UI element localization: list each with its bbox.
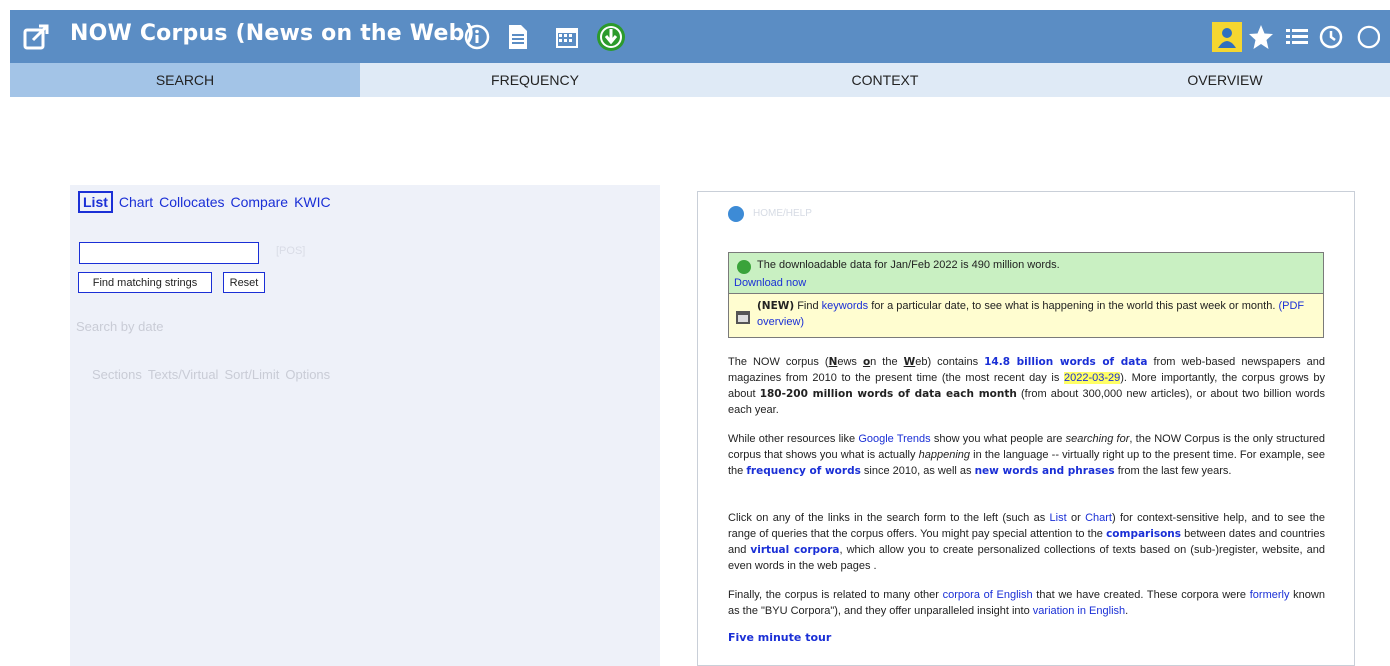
p2-i2: happening [918, 449, 971, 461]
tab-overview[interactable]: OVERVIEW [1060, 63, 1390, 97]
formerly-link[interactable]: formerly [1250, 589, 1290, 601]
list-help-link[interactable]: List [1050, 512, 1067, 524]
keywords-notice: (NEW) Find keywords for a particular dat… [728, 294, 1324, 338]
resources-paragraph: While other resources like Google Trends… [728, 431, 1325, 479]
tab-search[interactable]: SEARCH [10, 63, 360, 97]
search-panel: List Chart Collocates Compare KWIC [POS]… [70, 185, 660, 666]
calendar-small-icon [736, 309, 750, 324]
corpora-of-english-link[interactable]: corpora of English [943, 589, 1033, 601]
list-icon[interactable] [1282, 22, 1312, 52]
download-now-link[interactable]: Download now [734, 277, 806, 289]
p3-or: or [1066, 512, 1086, 524]
search-input[interactable] [79, 242, 259, 264]
mode-compare[interactable]: Compare [231, 194, 289, 210]
calendar-icon[interactable] [552, 22, 582, 52]
chart-help-link[interactable]: Chart [1085, 512, 1112, 524]
frequency-of-words-link[interactable]: frequency of words [746, 465, 860, 477]
mode-list[interactable]: List [78, 191, 113, 213]
growth-text: 180-200 million words of data each month [759, 388, 1017, 400]
p1-w: W [903, 356, 916, 368]
tab-frequency[interactable]: FREQUENCY [360, 63, 710, 97]
download-notice: The downloadable data for Jan/Feb 2022 i… [728, 252, 1324, 294]
words-of-data-link[interactable]: 14.8 billion words of data [984, 356, 1147, 368]
p2-a: While other resources like [728, 433, 859, 445]
option-options[interactable]: Options [285, 367, 330, 382]
p1-n2: n the [870, 356, 904, 368]
new-words-link[interactable]: new words and phrases [975, 465, 1115, 477]
p1-ews: ews [837, 356, 863, 368]
help-icon[interactable] [1356, 22, 1380, 52]
notice-text-find: Find [797, 300, 819, 312]
tab-context[interactable]: CONTEXT [710, 63, 1060, 97]
notice-text-rest: for a particular date, to see what is ha… [871, 300, 1276, 312]
virtual-corpora-link[interactable]: virtual corpora [750, 544, 839, 556]
option-sections[interactable]: Sections [92, 367, 142, 382]
intro-paragraph: The NOW corpus (News on the Web) contain… [728, 354, 1325, 418]
help-paragraph: Click on any of the links in the search … [728, 510, 1325, 574]
search-by-date[interactable]: Search by date [76, 319, 163, 334]
recent-date: 2022-03-29 [1063, 372, 1121, 384]
p3-a: Click on any of the links in the search … [728, 512, 1050, 524]
download-icon[interactable] [596, 22, 626, 52]
download-small-icon [737, 260, 751, 274]
p2-b: show you what people are [930, 433, 1066, 445]
p2-i1: searching for [1065, 433, 1130, 445]
app-title: NOW Corpus (News on the Web) [70, 21, 475, 46]
home-help-label[interactable]: HOME/HELP [753, 208, 812, 219]
external-link-icon[interactable] [23, 24, 51, 50]
option-texts-virtual[interactable]: Texts/Virtual [148, 367, 219, 382]
new-badge: (NEW) [757, 300, 795, 312]
document-icon[interactable] [503, 22, 533, 52]
pos-hint[interactable]: [POS] [276, 245, 305, 257]
reset-button[interactable]: Reset [223, 272, 265, 293]
related-paragraph: Finally, the corpus is related to many o… [728, 587, 1325, 619]
p1-eb: eb) contains [915, 356, 985, 368]
p2-f: from the last few years. [1114, 465, 1232, 477]
p4-d: . [1125, 605, 1129, 617]
history-icon[interactable] [1316, 22, 1346, 52]
variation-in-english-link[interactable]: variation in English [1033, 605, 1125, 617]
download-notice-text: The downloadable data for Jan/Feb 2022 i… [757, 259, 1060, 271]
p1-text: The NOW corpus ( [728, 356, 829, 368]
p4-b: that we have created. These corpora were [1032, 589, 1250, 601]
star-icon[interactable] [1246, 22, 1276, 52]
tab-bar: SEARCH FREQUENCY CONTEXT OVERVIEW [10, 63, 1390, 97]
home-icon[interactable] [728, 206, 744, 222]
mode-chart[interactable]: Chart [119, 194, 153, 210]
five-minute-tour-link[interactable]: Five minute tour [728, 631, 831, 644]
comparisons-link[interactable]: comparisons [1106, 528, 1181, 540]
info-panel: HOME/HELP The downloadable data for Jan/… [697, 191, 1355, 666]
info-icon[interactable] [462, 22, 492, 52]
search-options: Sections Texts/Virtual Sort/Limit Option… [92, 367, 330, 382]
keywords-link[interactable]: keywords [822, 300, 868, 312]
app-header: NOW Corpus (News on the Web) [10, 10, 1390, 63]
user-icon[interactable] [1212, 22, 1242, 52]
google-trends-link[interactable]: Google Trends [858, 433, 930, 445]
search-modes: List Chart Collocates Compare KWIC [78, 191, 331, 213]
find-matching-strings-button[interactable]: Find matching strings [78, 272, 212, 293]
keywords-notice-text: (NEW) Find keywords for a particular dat… [757, 298, 1322, 330]
p2-e: since 2010, as well as [860, 465, 975, 477]
mode-kwic[interactable]: KWIC [294, 194, 331, 210]
option-sort-limit[interactable]: Sort/Limit [224, 367, 279, 382]
p4-a: Finally, the corpus is related to many o… [728, 589, 943, 601]
mode-collocates[interactable]: Collocates [159, 194, 224, 210]
